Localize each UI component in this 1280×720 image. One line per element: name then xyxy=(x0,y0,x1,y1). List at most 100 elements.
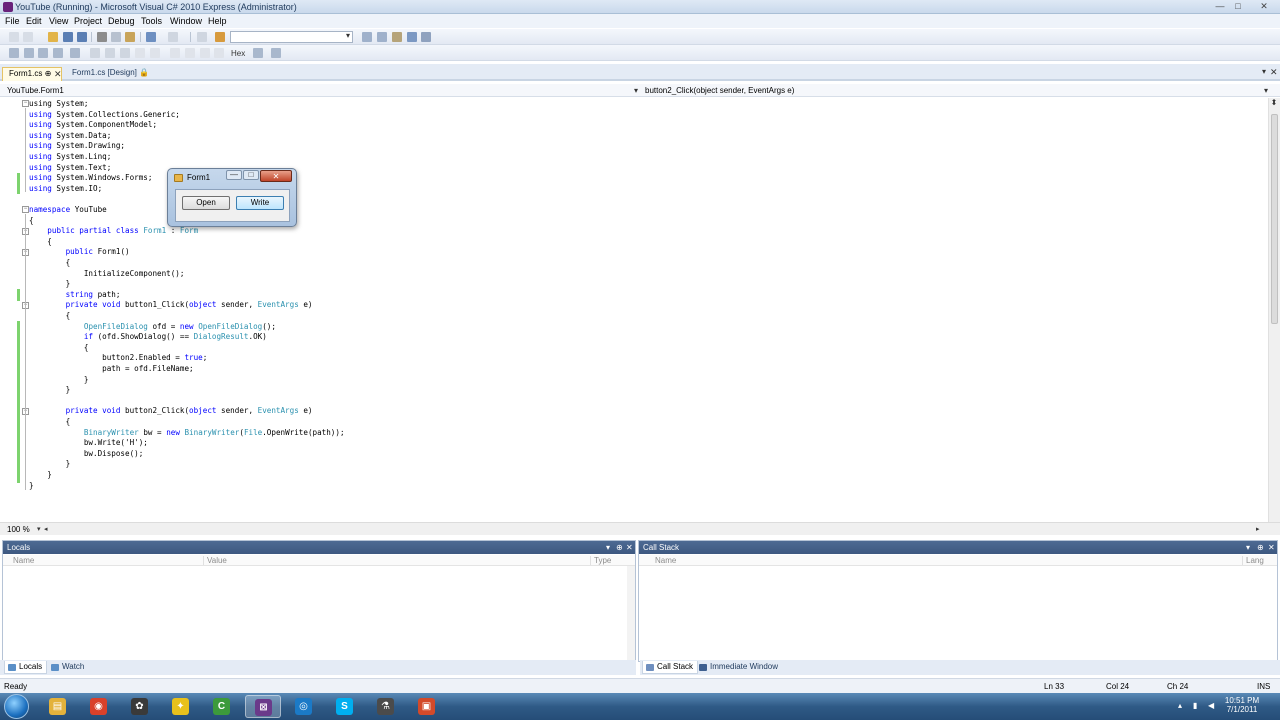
tab-watch[interactable]: Watch xyxy=(48,661,88,674)
maximize-button[interactable]: □ xyxy=(1230,1,1246,11)
close-document-icon[interactable]: ✕ xyxy=(1270,67,1278,78)
taskbar-visual-studio[interactable]: ⊠ xyxy=(245,695,281,718)
step-into-icon[interactable] xyxy=(24,48,34,58)
minimize-button[interactable]: — xyxy=(1212,1,1228,11)
open-button[interactable]: Open xyxy=(182,196,230,210)
form1-maximize-button[interactable]: □ xyxy=(243,170,259,180)
comment-icon[interactable] xyxy=(70,48,80,58)
column-lang[interactable]: Lang xyxy=(1246,556,1264,565)
column-name[interactable]: Name xyxy=(13,556,34,565)
hex-toggle[interactable]: Hex xyxy=(231,49,245,58)
add-item-icon[interactable] xyxy=(23,32,33,42)
taskbar-csharp-express[interactable]: C xyxy=(204,695,240,718)
clock-date[interactable]: 7/1/2011 xyxy=(1222,705,1262,714)
type-dropdown[interactable]: YouTube.Form1 ▾ xyxy=(4,84,640,97)
clear-bookmarks-icon[interactable] xyxy=(185,48,195,58)
write-button[interactable]: Write xyxy=(236,196,284,210)
outdent-icon[interactable] xyxy=(120,48,130,58)
scroll-right-icon[interactable]: ▸ xyxy=(1256,525,1260,533)
tab-close-icon[interactable]: ✕ xyxy=(54,69,62,80)
save-all-icon[interactable] xyxy=(77,32,87,42)
step-over-icon[interactable] xyxy=(38,48,48,58)
toolbox-icon[interactable] xyxy=(392,32,402,42)
menu-view[interactable]: View xyxy=(49,16,68,26)
show-next-statement-icon[interactable] xyxy=(9,48,19,58)
paste-icon[interactable] xyxy=(125,32,135,42)
column-value[interactable]: Value xyxy=(207,556,227,565)
tab-locals[interactable]: Locals xyxy=(4,661,48,674)
taskbar-media[interactable]: ✿ xyxy=(122,695,158,718)
solution-explorer-icon[interactable] xyxy=(362,32,372,42)
tab-form1-design[interactable]: Form1.cs [Design] 🔒 xyxy=(66,67,155,81)
next-bookmark-icon[interactable] xyxy=(170,48,180,58)
menu-tools[interactable]: Tools xyxy=(141,16,162,26)
tab-form1-cs[interactable]: Form1.cs ⊕ xyxy=(2,67,62,81)
menu-file[interactable]: File xyxy=(5,16,20,26)
member-dropdown[interactable]: button2_Click(object sender, EventArgs e… xyxy=(642,84,1270,97)
cut-icon[interactable] xyxy=(97,32,107,42)
chevron-down-icon[interactable]: ▾ xyxy=(37,525,41,533)
undo-icon[interactable] xyxy=(146,32,156,42)
threads-icon[interactable] xyxy=(253,48,263,58)
output-window-icon[interactable] xyxy=(271,48,281,58)
column-name[interactable]: Name xyxy=(655,556,676,565)
copy-icon[interactable] xyxy=(111,32,121,42)
pin-icon[interactable]: ⊕ xyxy=(616,541,623,554)
scroll-left-icon[interactable]: ◂ xyxy=(44,525,48,533)
taskbar-app-figure[interactable]: ✦ xyxy=(163,695,199,718)
scroll-thumb[interactable] xyxy=(1271,114,1278,324)
find-combo[interactable]: ▾ xyxy=(230,31,353,43)
breakpoint-icon[interactable] xyxy=(200,48,210,58)
taskbar-explorer[interactable]: ▤ xyxy=(40,695,76,718)
breakpoints-window-icon[interactable] xyxy=(214,48,224,58)
taskbar-chrome[interactable]: ◉ xyxy=(81,695,117,718)
collapse-namespace-icon[interactable]: − xyxy=(22,206,29,213)
window-position-icon[interactable]: ▾ xyxy=(1246,541,1250,554)
object-browser-icon[interactable] xyxy=(407,32,417,42)
start-debugging-icon[interactable] xyxy=(197,32,207,42)
taskbar-skype[interactable]: S xyxy=(327,695,363,718)
taskbar-skype-blue[interactable]: ◎ xyxy=(286,695,322,718)
editor-vertical-scrollbar[interactable] xyxy=(1268,98,1280,522)
menu-edit[interactable]: Edit xyxy=(26,16,42,26)
close-icon[interactable]: ✕ xyxy=(1268,541,1275,554)
start-button[interactable] xyxy=(4,694,29,719)
properties-icon[interactable] xyxy=(377,32,387,42)
taskbar-presenter[interactable]: ▣ xyxy=(409,695,445,718)
close-icon[interactable]: ✕ xyxy=(626,541,633,554)
tray-arrow-icon[interactable]: ▴ xyxy=(1178,701,1187,710)
extensions-icon[interactable] xyxy=(421,32,431,42)
zoom-level[interactable]: 100 % xyxy=(7,525,30,534)
uncomment-icon[interactable] xyxy=(90,48,100,58)
taskbar-tool[interactable]: ⚗ xyxy=(368,695,404,718)
form1-running-window[interactable]: Form1 — □ ✕ Open Write xyxy=(167,168,297,227)
prev-bookmark-icon[interactable] xyxy=(150,48,160,58)
pin-icon[interactable]: ⊕ xyxy=(45,69,52,78)
form1-close-button[interactable]: ✕ xyxy=(260,170,292,182)
locals-scrollbar[interactable] xyxy=(627,566,635,661)
new-project-icon[interactable] xyxy=(9,32,19,42)
menu-debug[interactable]: Debug xyxy=(108,16,135,26)
tab-immediate-window[interactable]: Immediate Window xyxy=(696,661,782,674)
volume-icon[interactable]: ◀ xyxy=(1208,701,1217,710)
pin-icon[interactable]: ⊕ xyxy=(1257,541,1264,554)
clock-time[interactable]: 10:51 PM xyxy=(1222,696,1262,705)
form1-minimize-button[interactable]: — xyxy=(226,170,242,180)
network-icon[interactable]: ▮ xyxy=(1193,701,1202,710)
menu-project[interactable]: Project xyxy=(74,16,102,26)
tab-call-stack[interactable]: Call Stack xyxy=(642,661,699,674)
column-type[interactable]: Type xyxy=(594,556,611,565)
step-out-icon[interactable] xyxy=(53,48,63,58)
window-position-icon[interactable]: ▾ xyxy=(606,541,610,554)
split-handle-icon[interactable]: ⬍ xyxy=(1268,98,1280,107)
close-button[interactable]: ✕ xyxy=(1256,1,1272,11)
indent-icon[interactable] xyxy=(105,48,115,58)
redo-icon[interactable] xyxy=(168,32,178,42)
menu-help[interactable]: Help xyxy=(208,16,227,26)
active-files-dropdown-icon[interactable]: ▾ xyxy=(1262,67,1266,76)
open-file-icon[interactable] xyxy=(48,32,58,42)
bookmark-icon[interactable] xyxy=(135,48,145,58)
find-in-files-icon[interactable] xyxy=(215,32,225,42)
menu-window[interactable]: Window xyxy=(170,16,202,26)
collapse-using-icon[interactable]: − xyxy=(22,100,29,107)
